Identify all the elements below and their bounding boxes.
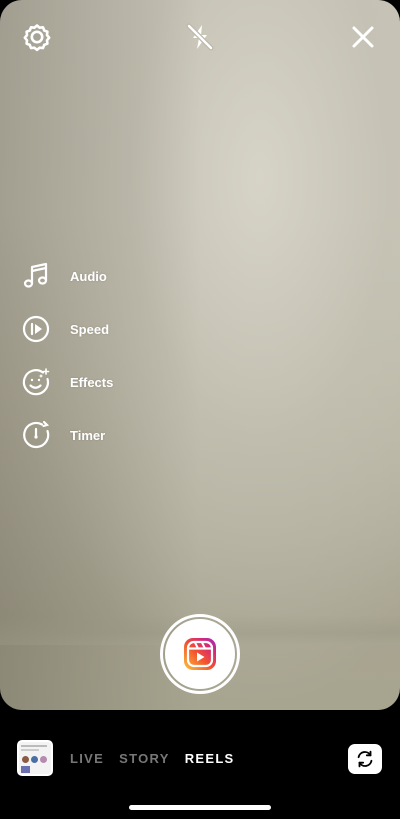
tool-label: Audio	[70, 268, 107, 284]
tool-effects[interactable]: Effects	[20, 365, 113, 399]
record-button[interactable]	[160, 614, 240, 694]
thumb-avatar	[31, 756, 38, 763]
thumb-line	[21, 745, 47, 747]
camera-viewfinder[interactable]	[0, 0, 400, 710]
effects-face-icon	[20, 366, 52, 398]
reels-icon	[184, 638, 216, 670]
tool-speed[interactable]: Speed	[20, 312, 109, 346]
home-indicator[interactable]	[129, 805, 271, 810]
mode-reels[interactable]: REELS	[185, 751, 235, 766]
tool-label: Timer	[70, 427, 106, 443]
settings-gear-icon[interactable]	[20, 20, 54, 54]
record-button-inner	[165, 619, 235, 689]
tool-timer[interactable]: Timer	[20, 418, 105, 452]
tool-label: Effects	[70, 374, 114, 390]
thumb-avatar	[22, 756, 29, 763]
gallery-thumbnail[interactable]	[17, 740, 53, 776]
camera-flip-icon[interactable]	[348, 744, 382, 774]
tool-label: Speed	[70, 321, 110, 337]
mode-story[interactable]: STORY	[119, 751, 170, 766]
flash-off-icon[interactable]	[183, 20, 217, 54]
thumb-line	[21, 749, 39, 751]
camera-mode-selector: LIVE STORY REELS	[70, 751, 235, 766]
close-icon[interactable]	[346, 20, 380, 54]
speed-play-icon	[20, 313, 52, 345]
tool-audio[interactable]: Audio	[20, 259, 107, 293]
music-note-icon	[20, 260, 52, 292]
thumb-avatar	[40, 756, 47, 763]
viewfinder-shading	[0, 0, 200, 710]
camera-screen: Audio Speed Effects Timer LIVE STORY REE…	[0, 0, 400, 819]
mode-live[interactable]: LIVE	[70, 751, 104, 766]
timer-icon	[20, 419, 52, 451]
thumb-image	[21, 766, 30, 773]
